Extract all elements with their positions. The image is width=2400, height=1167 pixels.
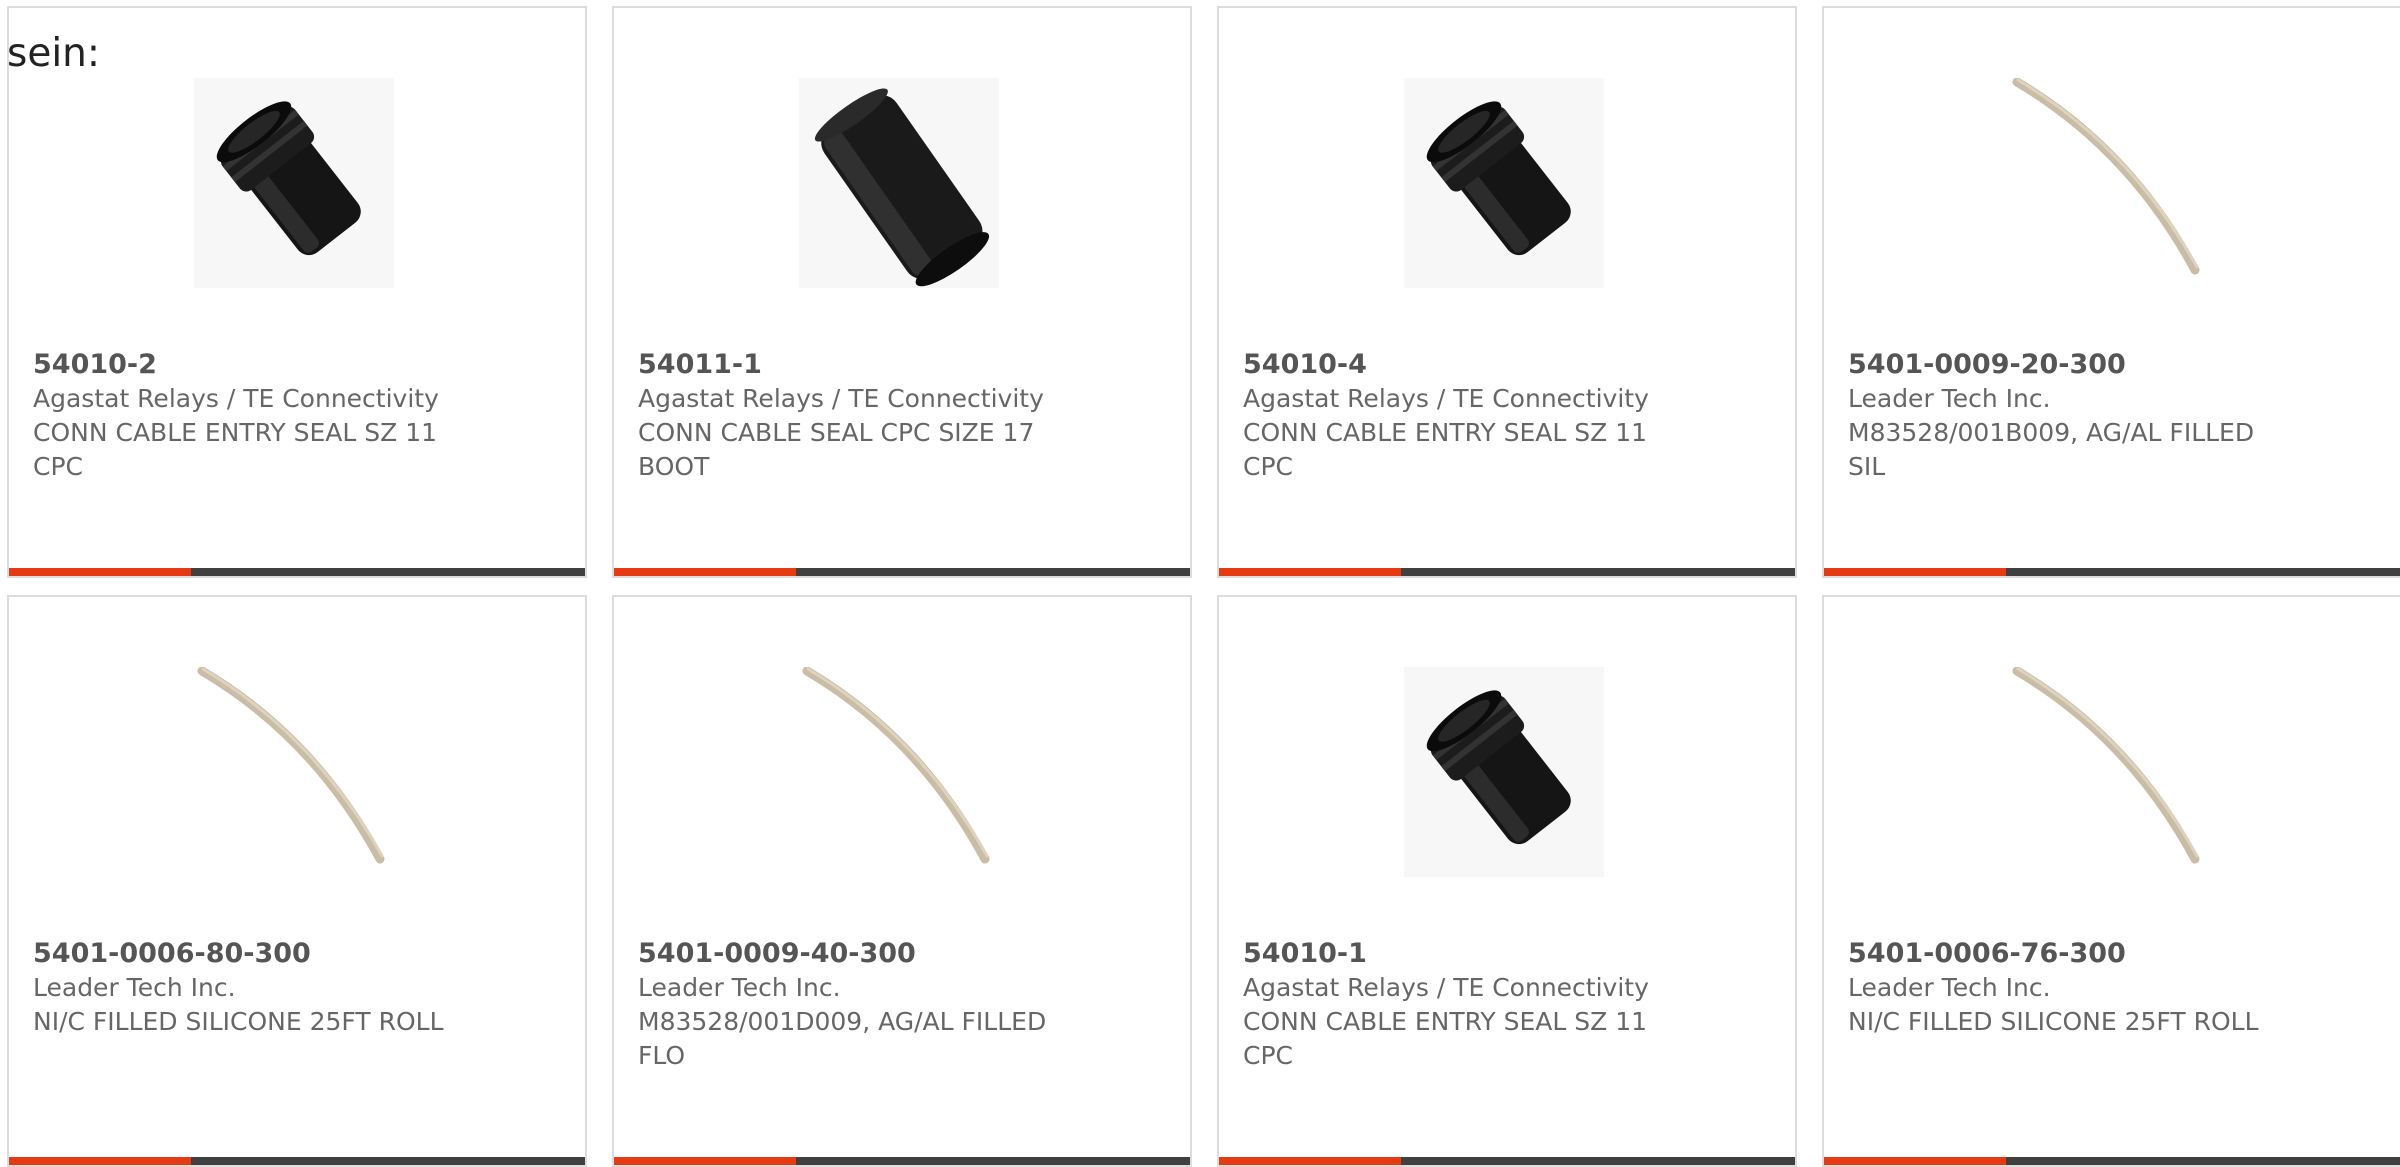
card-accent-bar xyxy=(1219,1157,1401,1165)
black-short-seal-image xyxy=(194,78,394,288)
card-accent-bar xyxy=(614,1157,796,1165)
product-image[interactable] xyxy=(2009,78,2209,288)
product-info: 5401-0009-40-300 Leader Tech Inc. M83528… xyxy=(638,937,1158,1073)
product-manufacturer: Agastat Relays / TE Connectivity xyxy=(1243,973,1649,1002)
black-short-seal-image xyxy=(1404,667,1604,877)
card-bottom-bar xyxy=(9,568,585,576)
beige-cord-image xyxy=(802,667,990,864)
product-info: 5401-0006-76-300 Leader Tech Inc. NI/C F… xyxy=(1848,937,2368,1039)
intro-text: sein: xyxy=(7,31,101,76)
product-card[interactable]: 54010-2 Agastat Relays / TE Connectivity… xyxy=(7,6,587,578)
product-manufacturer: Agastat Relays / TE Connectivity xyxy=(1243,384,1649,413)
black-short-seal-image xyxy=(1404,78,1604,288)
card-bottom-bar xyxy=(614,1157,1190,1165)
product-info: 54011-1 Agastat Relays / TE Connectivity… xyxy=(638,348,1158,484)
product-info: 54010-4 Agastat Relays / TE Connectivity… xyxy=(1243,348,1763,484)
product-description: M83528/001B009, AG/AL FILLED SIL xyxy=(1848,418,2255,481)
product-manufacturer: Agastat Relays / TE Connectivity xyxy=(33,384,439,413)
product-image[interactable] xyxy=(1404,667,1604,877)
card-accent-bar xyxy=(1219,568,1401,576)
product-manufacturer: Leader Tech Inc. xyxy=(33,973,236,1002)
card-accent-bar xyxy=(1824,1157,2006,1165)
product-manufacturer: Agastat Relays / TE Connectivity xyxy=(638,384,1044,413)
product-part-number[interactable]: 54010-2 xyxy=(33,348,553,382)
product-image[interactable] xyxy=(799,78,999,288)
card-bottom-bar xyxy=(1824,568,2400,576)
product-card[interactable]: 5401-0006-76-300 Leader Tech Inc. NI/C F… xyxy=(1822,595,2400,1167)
product-info: 5401-0006-80-300 Leader Tech Inc. NI/C F… xyxy=(33,937,553,1039)
product-description: NI/C FILLED SILICONE 25FT ROLL xyxy=(33,1007,444,1036)
beige-cord-image xyxy=(197,667,385,864)
product-info: 5401-0009-20-300 Leader Tech Inc. M83528… xyxy=(1848,348,2368,484)
card-accent-bar xyxy=(614,568,796,576)
product-description: CONN CABLE SEAL CPC SIZE 17 BOOT xyxy=(638,418,1035,481)
product-info: 54010-1 Agastat Relays / TE Connectivity… xyxy=(1243,937,1763,1073)
product-info: 54010-2 Agastat Relays / TE Connectivity… xyxy=(33,348,553,484)
product-part-number[interactable]: 54010-4 xyxy=(1243,348,1763,382)
product-image[interactable] xyxy=(1404,78,1604,288)
product-grid: 54010-2 Agastat Relays / TE Connectivity… xyxy=(7,6,2400,1167)
product-image[interactable] xyxy=(2009,667,2209,877)
product-card[interactable]: 54011-1 Agastat Relays / TE Connectivity… xyxy=(612,6,1192,578)
product-image[interactable] xyxy=(194,78,394,288)
product-part-number[interactable]: 5401-0006-80-300 xyxy=(33,937,553,971)
product-manufacturer: Leader Tech Inc. xyxy=(638,973,841,1002)
card-bottom-bar xyxy=(1824,1157,2400,1165)
product-card[interactable]: 54010-1 Agastat Relays / TE Connectivity… xyxy=(1217,595,1797,1167)
product-image[interactable] xyxy=(194,667,394,877)
product-part-number[interactable]: 5401-0006-76-300 xyxy=(1848,937,2368,971)
beige-cord-image xyxy=(2012,667,2200,864)
product-part-number[interactable]: 5401-0009-20-300 xyxy=(1848,348,2368,382)
product-description: M83528/001D009, AG/AL FILLED FLO xyxy=(638,1007,1047,1070)
black-boot-image xyxy=(799,78,999,288)
product-manufacturer: Leader Tech Inc. xyxy=(1848,384,2051,413)
product-card[interactable]: 5401-0009-20-300 Leader Tech Inc. M83528… xyxy=(1822,6,2400,578)
card-accent-bar xyxy=(9,568,191,576)
card-bottom-bar xyxy=(9,1157,585,1165)
product-part-number[interactable]: 54011-1 xyxy=(638,348,1158,382)
card-bottom-bar xyxy=(1219,568,1795,576)
product-part-number[interactable]: 5401-0009-40-300 xyxy=(638,937,1158,971)
product-description: NI/C FILLED SILICONE 25FT ROLL xyxy=(1848,1007,2259,1036)
product-image[interactable] xyxy=(799,667,999,877)
product-description: CONN CABLE ENTRY SEAL SZ 11 CPC xyxy=(1243,1007,1648,1070)
product-manufacturer: Leader Tech Inc. xyxy=(1848,973,2051,1002)
card-accent-bar xyxy=(9,1157,191,1165)
card-bottom-bar xyxy=(1219,1157,1795,1165)
product-card[interactable]: 54010-4 Agastat Relays / TE Connectivity… xyxy=(1217,6,1797,578)
product-listing-page: 54010-2 Agastat Relays / TE Connectivity… xyxy=(0,0,2400,1167)
product-description: CONN CABLE ENTRY SEAL SZ 11 CPC xyxy=(1243,418,1648,481)
card-bottom-bar xyxy=(614,568,1190,576)
product-description: CONN CABLE ENTRY SEAL SZ 11 CPC xyxy=(33,418,438,481)
card-accent-bar xyxy=(1824,568,2006,576)
product-card[interactable]: 5401-0006-80-300 Leader Tech Inc. NI/C F… xyxy=(7,595,587,1167)
product-part-number[interactable]: 54010-1 xyxy=(1243,937,1763,971)
product-card[interactable]: 5401-0009-40-300 Leader Tech Inc. M83528… xyxy=(612,595,1192,1167)
beige-cord-image xyxy=(2012,78,2200,275)
